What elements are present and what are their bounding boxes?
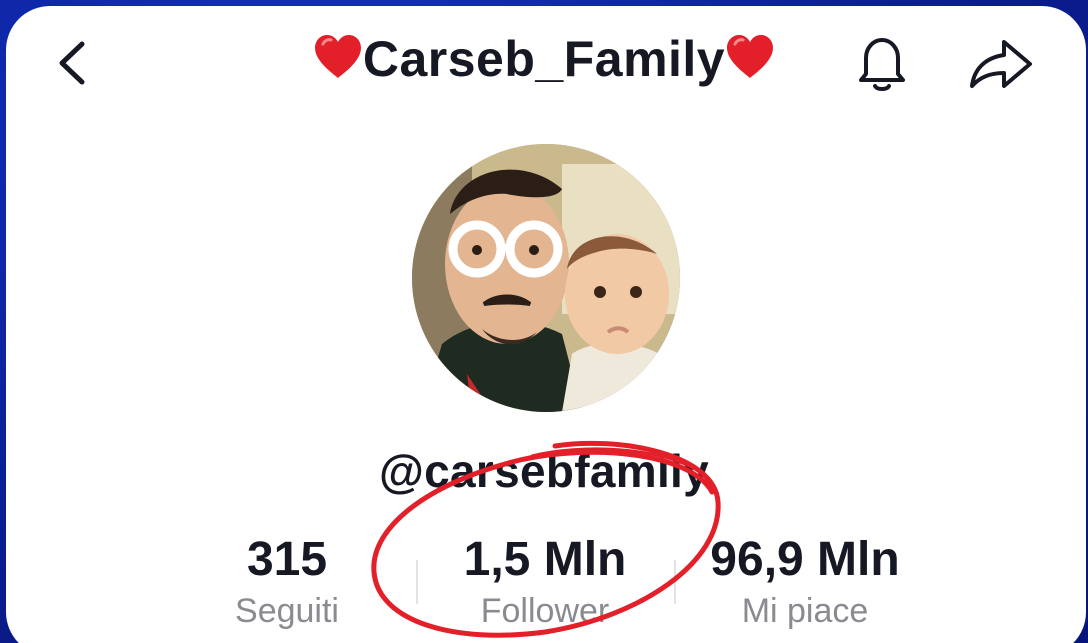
screenshot-frame: Carseb_Family @carsebfamily 315 Seguiti … <box>0 0 1088 643</box>
page-title: Carseb_Family <box>0 30 1088 88</box>
profile-avatar[interactable] <box>412 144 680 412</box>
username: @carsebfamily <box>378 445 710 497</box>
followers-count[interactable]: 1,5 Mln <box>440 532 650 587</box>
bell-icon[interactable] <box>852 32 912 94</box>
followers-label: Follower <box>480 592 610 630</box>
stat-divider <box>416 560 418 604</box>
likes-label: Mi piace <box>741 592 869 630</box>
heart-icon <box>314 35 361 78</box>
stat-divider <box>674 560 676 604</box>
following-count[interactable]: 315 <box>212 532 362 587</box>
share-icon[interactable] <box>966 36 1036 92</box>
heart-icon <box>727 35 774 78</box>
following-label: Seguiti <box>235 592 339 630</box>
title-text: Carseb_Family <box>362 31 726 87</box>
likes-count[interactable]: 96,9 Mln <box>690 532 920 587</box>
avatar-photo <box>412 144 680 412</box>
